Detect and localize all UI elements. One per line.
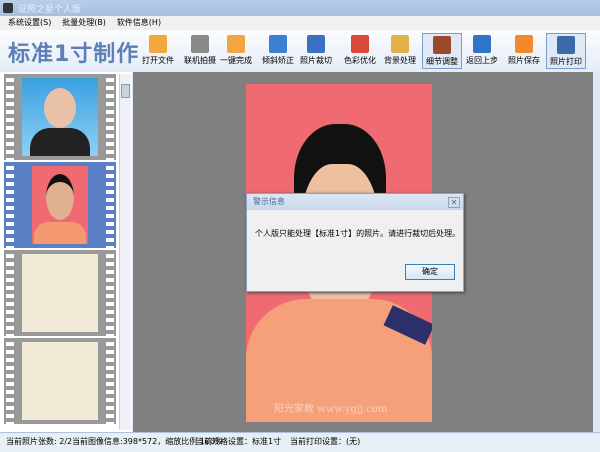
thumbnail-scrollbar[interactable] <box>119 74 131 430</box>
detail-chart-icon <box>433 36 451 54</box>
hand-pointer-icon <box>227 35 245 53</box>
app-icon <box>3 3 13 13</box>
dialog-title-bar: 警示信息 ✕ <box>247 194 463 210</box>
toolbar-button-label: 照片打印 <box>550 57 582 66</box>
toolbar-button-label: 打开文件 <box>142 56 174 65</box>
color-bars-icon <box>351 35 369 53</box>
close-icon[interactable]: ✕ <box>448 197 460 208</box>
warning-dialog: 警示信息 ✕ 个人版只能处理【标准1寸】的照片。请进行裁切后处理。 确定 <box>246 193 464 292</box>
crop-icon <box>307 35 325 53</box>
title-bar: 证照之星个人版 <box>0 0 600 16</box>
thumbnail-empty-4[interactable] <box>4 338 116 424</box>
toolbar-button-label: 一键完成 <box>220 56 252 65</box>
status-spec: 当前规格设置：标准1寸 <box>196 437 282 446</box>
menu-batch[interactable]: 批量处理(B) <box>62 18 106 27</box>
printer-icon <box>557 36 575 54</box>
menu-bar: 系统设置(S) 批量处理(B) 软件信息(H) <box>0 16 600 31</box>
toolbar-button-label: 联机拍摄 <box>184 56 216 65</box>
watermark: 阳光家教 www.ygjj.com <box>274 404 388 415</box>
status-print: 当前打印设置：(无) <box>290 437 361 446</box>
status-bar: 当前照片张数: 2/2 当前图像信息:398*572，缩放比例 100% 当前规… <box>0 432 600 452</box>
film-strip <box>4 74 116 430</box>
toolbar-button-folder[interactable]: 打开文件 <box>138 33 178 69</box>
status-count: 当前照片张数: 2/2 <box>6 437 73 446</box>
dialog-message: 个人版只能处理【标准1寸】的照片。请进行裁切后处理。 <box>255 229 461 238</box>
thumbnail-2-selected[interactable] <box>4 162 116 248</box>
undo-icon <box>473 35 491 53</box>
toolbar-button-camera[interactable]: 联机拍摄 <box>180 33 220 69</box>
thumbnail-empty-3[interactable] <box>4 250 116 336</box>
toolbar-button-label: 照片裁切 <box>300 56 332 65</box>
toolbar-button-printer[interactable]: 照片打印 <box>546 33 586 69</box>
toolbar-button-label: 照片保存 <box>508 56 540 65</box>
menu-info[interactable]: 软件信息(H) <box>117 18 161 27</box>
window-title: 证照之星个人版 <box>18 5 82 15</box>
toolbar-button-label: 细节调整 <box>426 57 458 66</box>
toolbar-button-color-bars[interactable]: 色彩优化 <box>340 33 380 69</box>
rotate-icon <box>269 35 287 53</box>
toolbar-button-save[interactable]: 照片保存 <box>504 33 544 69</box>
toolbar-button-label: 色彩优化 <box>344 56 376 65</box>
thumbnail-panel <box>0 72 132 432</box>
brush-icon <box>391 35 409 53</box>
toolbar-button-rotate[interactable]: 倾斜矫正 <box>258 33 298 69</box>
menu-system[interactable]: 系统设置(S) <box>8 18 51 27</box>
thumbnail-1[interactable] <box>4 74 116 160</box>
toolbar: 标准1寸制作 打开文件 联机拍摄 一键完成 倾斜矫正 照片裁切 色彩优化 背景处理 细节调整返… <box>0 30 600 72</box>
toolbar-button-detail-chart[interactable]: 细节调整 <box>422 33 462 69</box>
dialog-title: 警示信息 <box>253 197 285 206</box>
camera-icon <box>191 35 209 53</box>
toolbar-button-label: 返回上步 <box>466 56 498 65</box>
scrollbar-thumb[interactable] <box>121 84 130 98</box>
ok-button[interactable]: 确定 <box>405 264 455 280</box>
toolbar-button-label: 背景处理 <box>384 56 416 65</box>
brand-title: 标准1寸制作 <box>8 42 140 67</box>
save-icon <box>515 35 533 53</box>
folder-icon <box>149 35 167 53</box>
toolbar-button-brush[interactable]: 背景处理 <box>380 33 420 69</box>
toolbar-button-label: 倾斜矫正 <box>262 56 294 65</box>
toolbar-button-undo[interactable]: 返回上步 <box>462 33 502 69</box>
toolbar-button-hand-pointer[interactable]: 一键完成 <box>216 33 256 69</box>
toolbar-button-crop[interactable]: 照片裁切 <box>296 33 336 69</box>
